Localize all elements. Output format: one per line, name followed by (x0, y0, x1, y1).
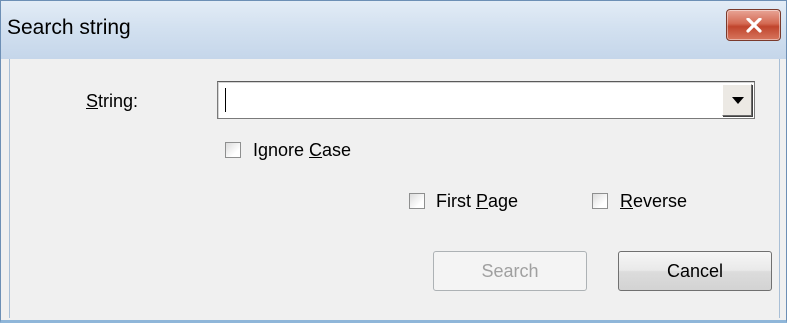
reverse-label[interactable]: Reverse (620, 190, 687, 212)
first-page-label-text: First (436, 191, 476, 211)
ignore-case-checkbox[interactable] (225, 142, 241, 158)
search-button[interactable]: Search (433, 251, 587, 291)
close-button[interactable] (726, 9, 781, 41)
ignore-case-label-text: Ignore (253, 140, 310, 160)
cancel-button[interactable]: Cancel (618, 251, 772, 291)
first-page-label-rest: age (488, 191, 519, 211)
string-combobox[interactable] (217, 81, 755, 119)
first-page-checkbox[interactable] (409, 193, 425, 209)
reverse-label-mnemonic: R (620, 191, 633, 211)
string-label: String: (86, 90, 138, 112)
string-label-mnemonic: S (86, 91, 99, 111)
title-bar[interactable]: Search string (1, 1, 786, 59)
string-dropdown-button[interactable] (722, 84, 752, 116)
reverse-checkbox[interactable] (592, 193, 608, 209)
first-page-label[interactable]: First Page (436, 190, 518, 212)
close-x-icon (746, 18, 762, 33)
text-caret (225, 88, 226, 112)
string-input[interactable] (220, 84, 720, 116)
ignore-case-label-rest: ase (322, 140, 352, 160)
window-title: Search string (7, 16, 131, 39)
chevron-down-icon (732, 97, 744, 104)
ignore-case-label-mnemonic: C (309, 140, 323, 160)
ignore-case-label[interactable]: Ignore Case (253, 139, 351, 161)
search-string-dialog: Search string String: Ignore Case First … (0, 0, 787, 323)
string-label-text: tring: (98, 91, 139, 111)
reverse-label-rest: everse (633, 191, 688, 211)
first-page-label-mnemonic: P (476, 191, 489, 211)
dialog-client-area: String: Ignore Case First Page Reverse S… (9, 59, 780, 318)
